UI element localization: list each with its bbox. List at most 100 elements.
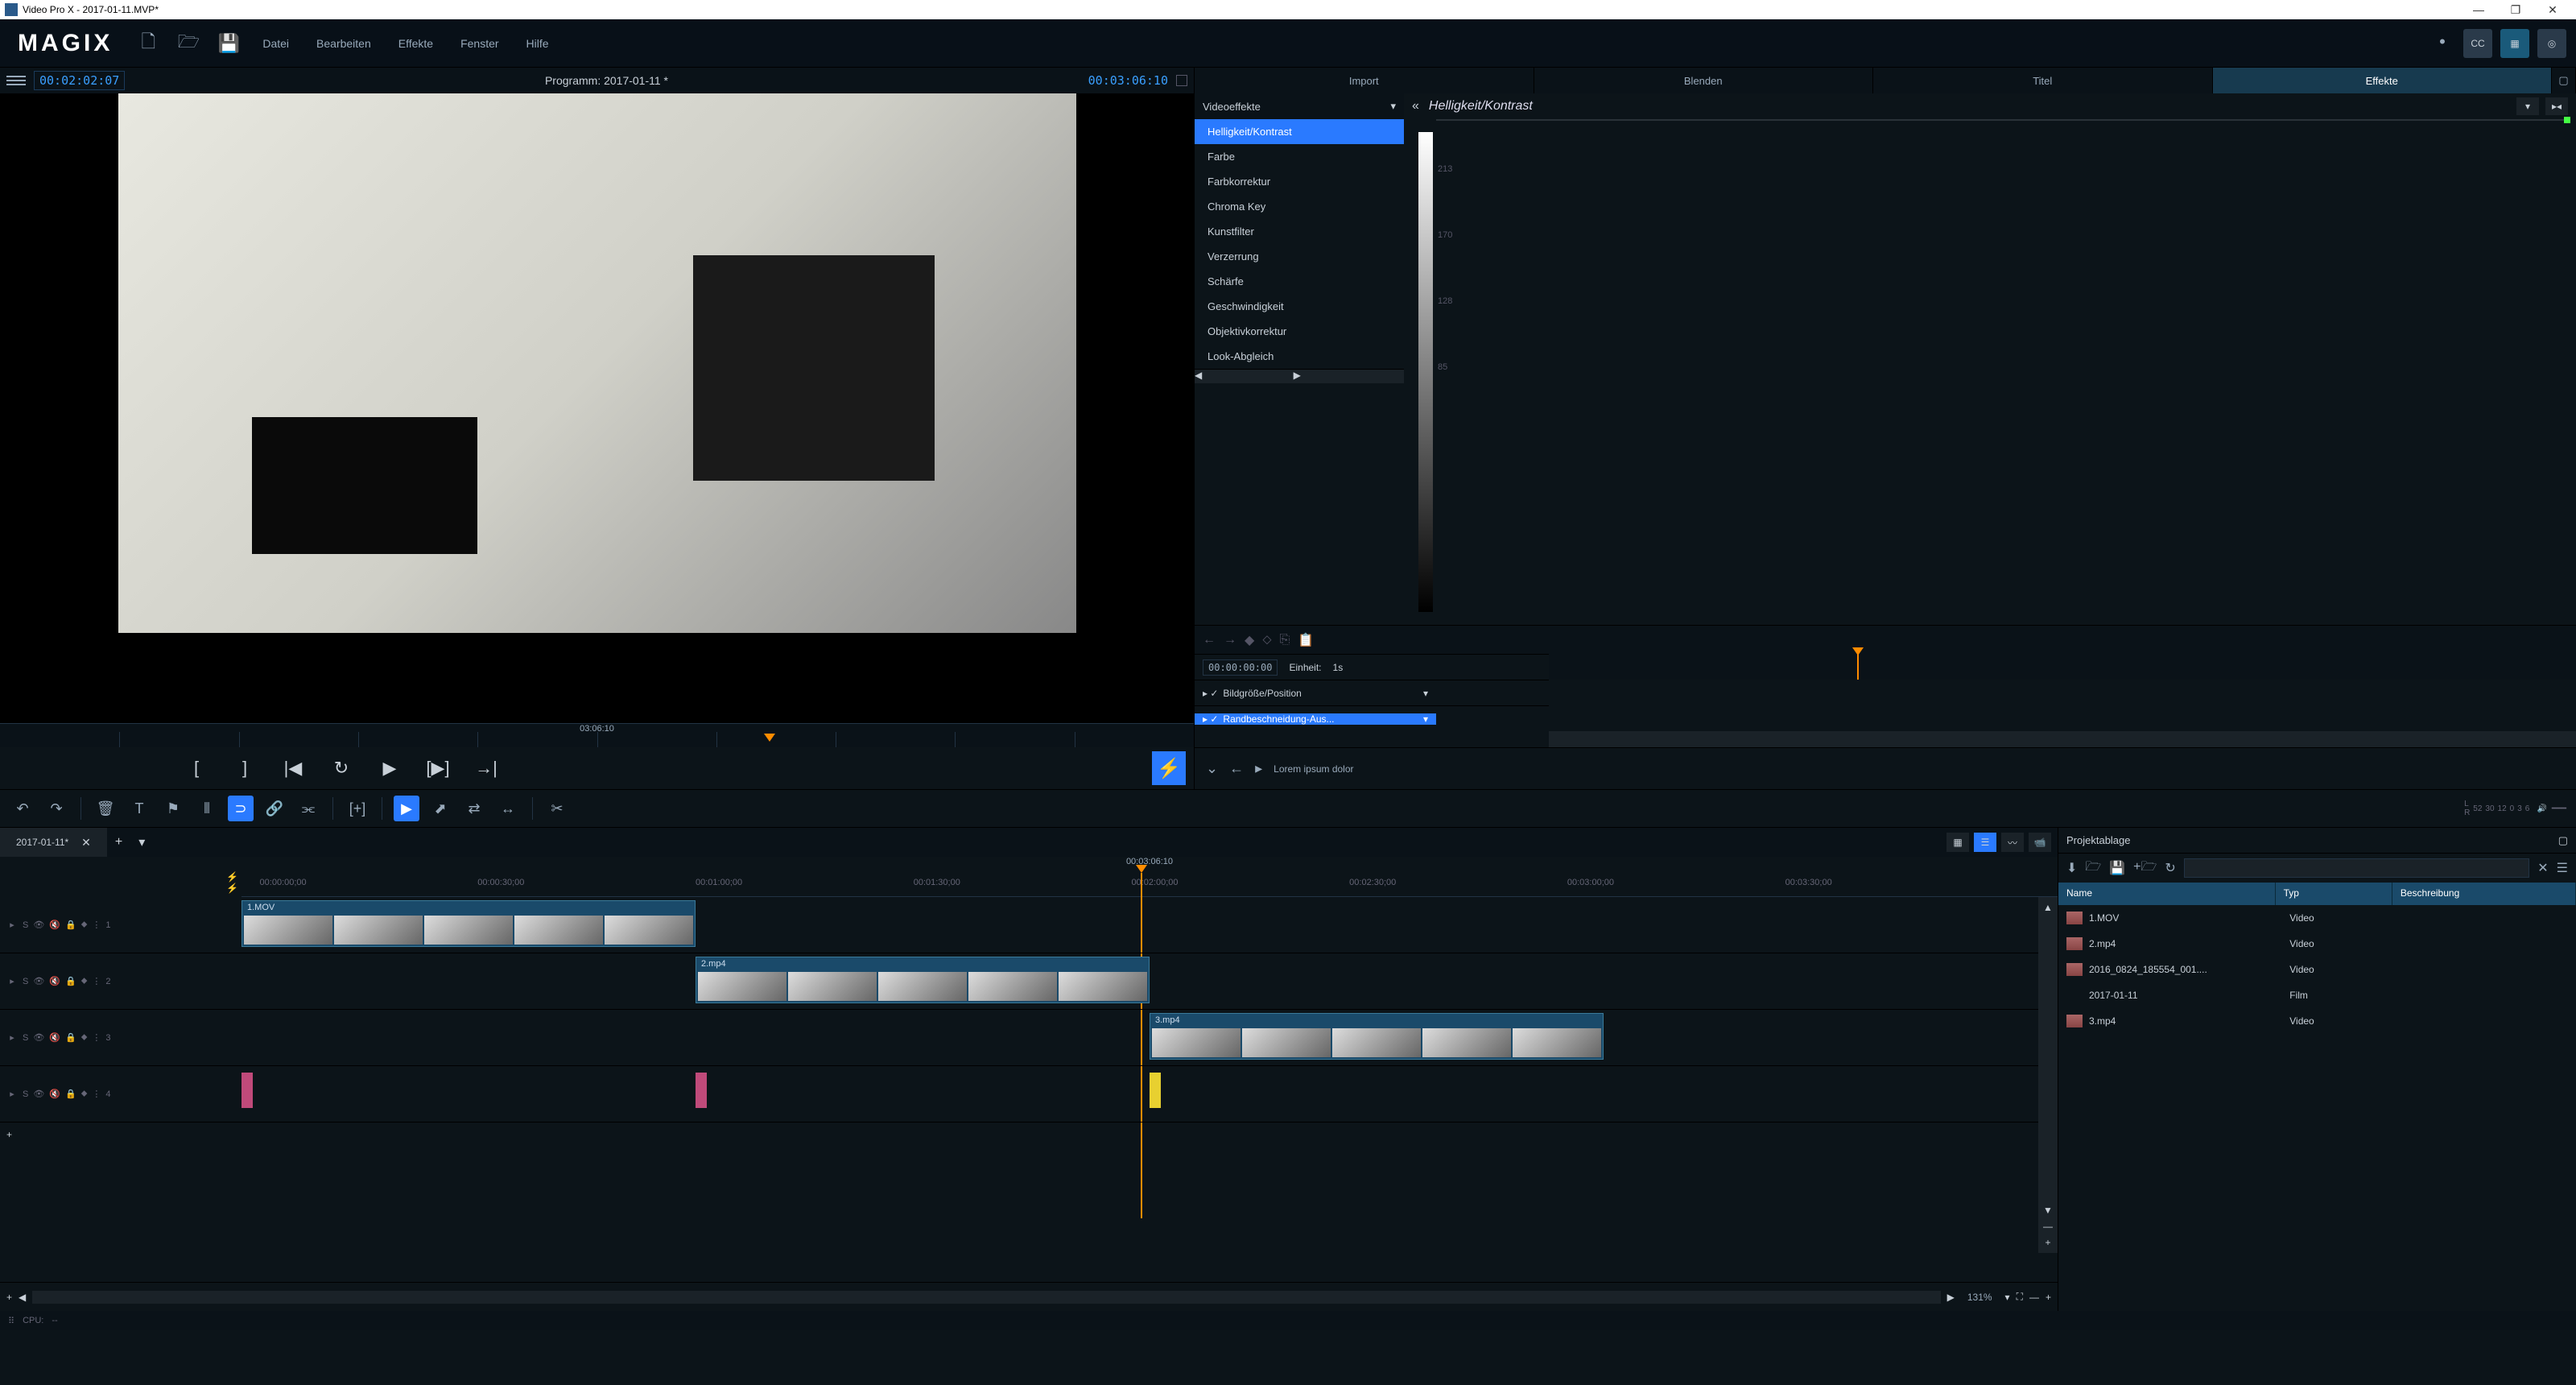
bin-item[interactable]: 2017-01-11Film: [2058, 982, 2576, 1008]
pointer-tool-icon[interactable]: ▶: [394, 796, 419, 821]
tab-effekte[interactable]: Effekte: [2213, 68, 2553, 93]
save-icon[interactable]: 💾: [216, 31, 242, 56]
hint-back-icon[interactable]: ←: [1229, 760, 1244, 777]
timeline-vscroll[interactable]: ▲▼—+: [2038, 897, 2058, 1253]
zoom-in-icon[interactable]: +: [2046, 1292, 2051, 1303]
effect-farbe[interactable]: Farbe: [1195, 144, 1404, 169]
bin-item[interactable]: 2.mp4Video: [2058, 931, 2576, 957]
effect-schaerfe[interactable]: Schärfe: [1195, 269, 1404, 294]
maximize-button[interactable]: ❐: [2497, 0, 2534, 19]
group-icon[interactable]: ⫘: [295, 796, 321, 821]
view-cam-icon[interactable]: 📹: [2029, 833, 2051, 852]
marker-pink-1[interactable]: [242, 1073, 253, 1108]
kf-track-crop[interactable]: ▸ ✓ Randbeschneidung-Aus...▾: [1195, 705, 1549, 731]
clip-1mov[interactable]: 1.MOV: [242, 900, 696, 947]
timeline-ruler[interactable]: 00:03:06:10 00:00:00;00 00:00:30;00 00:0…: [242, 857, 2058, 897]
close-button[interactable]: ✕: [2534, 0, 2571, 19]
target-button[interactable]: ◎: [2537, 29, 2566, 58]
hamburger-icon[interactable]: [6, 71, 26, 90]
grid-button[interactable]: ▦: [2500, 29, 2529, 58]
menu-datei[interactable]: Datei: [256, 37, 295, 50]
timeline-hscroll[interactable]: [32, 1291, 1940, 1304]
preset-dropdown[interactable]: ▾: [2516, 97, 2539, 115]
link-icon[interactable]: 🔗: [262, 796, 287, 821]
search-input[interactable]: [2184, 858, 2529, 878]
track-header-3[interactable]: ▸S👁🔇🔒⬥⋮3: [0, 1010, 242, 1066]
import-icon[interactable]: ⬇: [2066, 860, 2077, 876]
effect-chromakey[interactable]: Chroma Key: [1195, 194, 1404, 219]
undo-icon[interactable]: ↶: [10, 796, 35, 821]
cut-tool-icon[interactable]: ✂: [544, 796, 570, 821]
track-3[interactable]: 3.mp4: [242, 1010, 2058, 1066]
video-monitor[interactable]: [0, 93, 1194, 723]
marker-yellow[interactable]: [1150, 1073, 1161, 1108]
track-header-4[interactable]: ▸S👁🔇🔒⬥⋮4: [0, 1066, 242, 1122]
tab-titel[interactable]: Titel: [1873, 68, 2213, 93]
add-tab-icon[interactable]: +: [107, 835, 130, 850]
effects-category-dropdown[interactable]: Videoeffekte ▾: [1195, 93, 1404, 119]
goto-end-button[interactable]: →|: [473, 758, 499, 779]
flash-button[interactable]: ⚡: [1152, 751, 1186, 785]
kf-playhead-icon[interactable]: [1857, 654, 1859, 680]
kf-copy-icon[interactable]: ⎘: [1280, 633, 1290, 647]
timeline-tab[interactable]: 2017-01-11* ✕: [0, 828, 107, 857]
mark-in-button[interactable]: [: [184, 758, 209, 779]
kf-prev-icon[interactable]: ←: [1203, 633, 1216, 647]
mark-out-button[interactable]: ]: [232, 758, 258, 779]
maximize-monitor-icon[interactable]: [1176, 75, 1187, 86]
kf-track-size[interactable]: ▸ ✓ Bildgröße/Position▾: [1195, 680, 1549, 705]
maximize-effects-icon[interactable]: ▢: [2552, 68, 2576, 93]
play-range-button[interactable]: [▶]: [425, 758, 451, 779]
menu-bearbeiten[interactable]: Bearbeiten: [310, 37, 378, 50]
stretch-tool-icon[interactable]: ↔: [495, 796, 521, 821]
cc-button[interactable]: CC: [2463, 29, 2492, 58]
save-bin-icon[interactable]: 💾: [2109, 860, 2125, 876]
timecode-in[interactable]: 00:02:02:07: [34, 71, 125, 90]
footer-add-icon[interactable]: +: [6, 1292, 12, 1303]
track-header-2[interactable]: ▸S👁🔇🔒⬥⋮2: [0, 953, 242, 1010]
zoom-level[interactable]: 131%: [1961, 1292, 1999, 1303]
select-tool-icon[interactable]: ⬈: [427, 796, 453, 821]
view-grid-icon[interactable]: ▦: [1946, 833, 1969, 852]
title-icon[interactable]: T: [126, 796, 152, 821]
bin-item[interactable]: 2016_0824_185554_001....Video: [2058, 957, 2576, 982]
tab-blenden[interactable]: Blenden: [1534, 68, 1874, 93]
monitor-ruler[interactable]: 03:06:10: [0, 723, 1194, 747]
maximize-bin-icon[interactable]: ▢: [2558, 834, 2568, 847]
menu-hilfe[interactable]: Hilfe: [520, 37, 555, 50]
redo-icon[interactable]: ↷: [43, 796, 69, 821]
snap-icon[interactable]: ⊃: [228, 796, 254, 821]
play-button[interactable]: ▶: [377, 758, 402, 779]
track-2[interactable]: 2.mp4: [242, 953, 2058, 1010]
zoom-out-icon[interactable]: —: [2029, 1292, 2039, 1303]
clip-3mp4[interactable]: 3.mp4: [1150, 1013, 1604, 1060]
compare-button[interactable]: ▸◂: [2545, 97, 2568, 115]
add-folder-icon[interactable]: +🗁: [2133, 858, 2157, 879]
curve-canvas[interactable]: [1436, 119, 2568, 121]
tab-menu-icon[interactable]: ▾: [130, 834, 153, 850]
back-icon[interactable]: «: [1412, 99, 1419, 114]
effect-geschwindigkeit[interactable]: Geschwindigkeit: [1195, 294, 1404, 319]
view-list-icon[interactable]: ☰: [1974, 833, 1996, 852]
curve-point-icon[interactable]: [2564, 117, 2570, 123]
kf-scrollbar[interactable]: [1549, 731, 2576, 747]
effect-helligkeit[interactable]: Helligkeit/Kontrast: [1195, 119, 1404, 144]
marker-icon[interactable]: ⚑: [160, 796, 186, 821]
unit-value[interactable]: 1s: [1333, 662, 1344, 673]
marker-pink-2[interactable]: [696, 1073, 707, 1108]
dot-icon[interactable]: •: [2429, 29, 2455, 55]
list-view-icon[interactable]: ☰: [2557, 860, 2568, 876]
effect-verzerrung[interactable]: Verzerrung: [1195, 244, 1404, 269]
loop-button[interactable]: ↻: [328, 758, 354, 779]
effect-kunstfilter[interactable]: Kunstfilter: [1195, 219, 1404, 244]
effect-farbkorrektur[interactable]: Farbkorrektur: [1195, 169, 1404, 194]
effect-lookabgleich[interactable]: Look-Abgleich: [1195, 344, 1404, 369]
track-header-1[interactable]: ▸S👁🔇🔒⬥⋮1: [0, 897, 242, 953]
goto-start-button[interactable]: |◀: [280, 758, 306, 779]
collapse-icon[interactable]: ⌄: [1206, 760, 1218, 777]
folder-icon[interactable]: 🗁: [2085, 858, 2101, 879]
track-1[interactable]: 1.MOV: [242, 897, 2058, 953]
bin-columns[interactable]: Name Typ Beschreibung: [2058, 883, 2576, 905]
clear-search-icon[interactable]: ✕: [2537, 860, 2548, 876]
minimize-button[interactable]: —: [2460, 0, 2497, 19]
